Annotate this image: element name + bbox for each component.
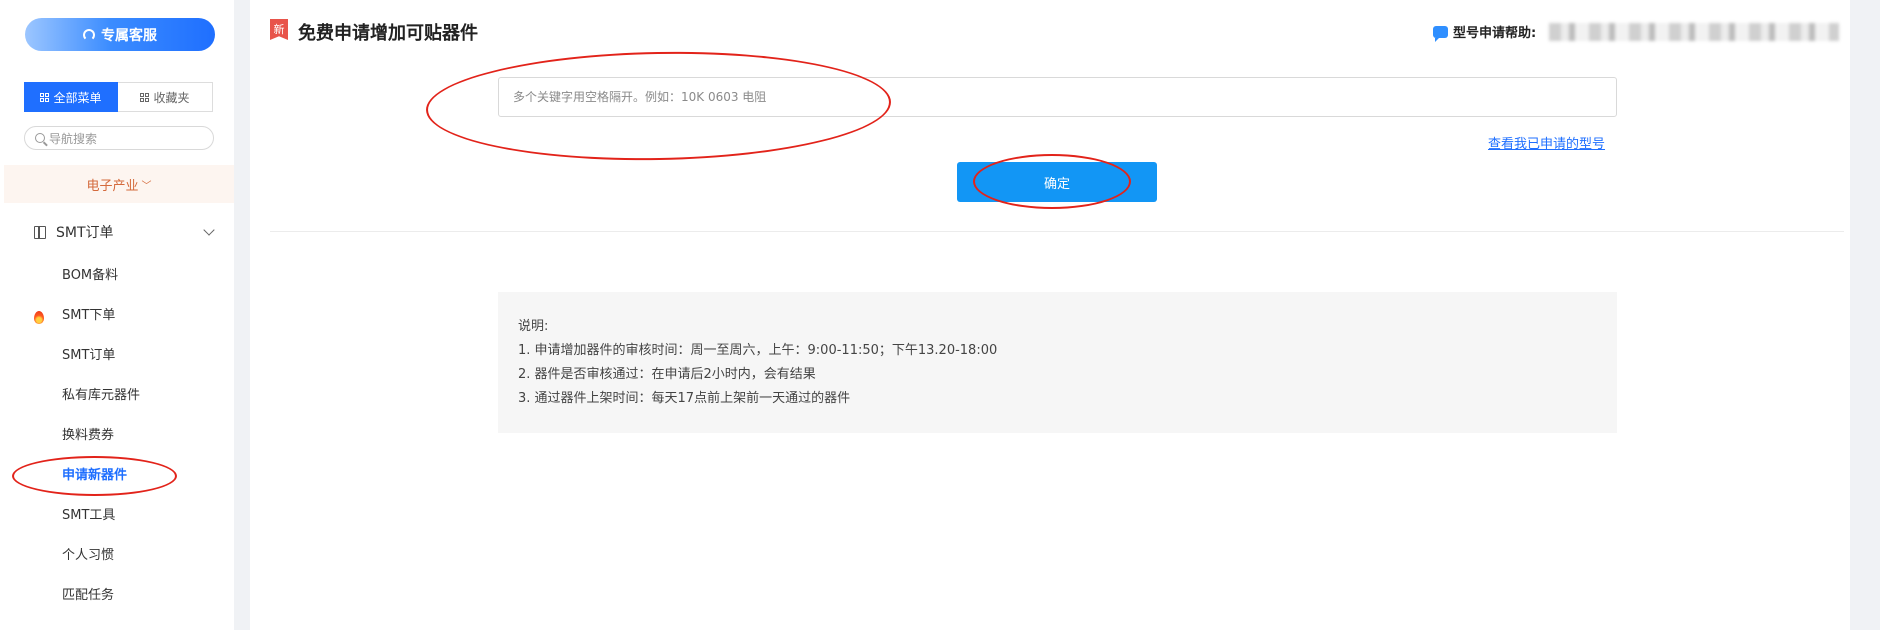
sidebar-item-smt-orders[interactable]: SMT订单 bbox=[62, 346, 115, 366]
component-keyword-input[interactable] bbox=[498, 77, 1617, 117]
flame-icon bbox=[34, 311, 44, 324]
divider bbox=[270, 231, 1844, 232]
industry-selector[interactable]: 电子产业 ﹀ bbox=[4, 165, 234, 203]
search-icon bbox=[35, 133, 45, 143]
blurred-contact bbox=[1549, 22, 1840, 41]
model-help: 型号申请帮助: bbox=[1433, 22, 1840, 42]
chat-icon bbox=[1433, 25, 1448, 42]
sidebar: 专属客服 全部菜单 收藏夹 导航搜索 电子产业 ﹀ SMT订单 BOM备料 SM… bbox=[0, 0, 234, 630]
chevron-down-icon: ﹀ bbox=[141, 180, 152, 192]
industry-label: 电子产业 bbox=[86, 178, 139, 194]
main-panel: 新 免费申请增加可贴器件 型号申请帮助: 查看我已申请的型号 确定 说明: 1.… bbox=[250, 0, 1850, 630]
model-help-label: 型号申请帮助: bbox=[1453, 26, 1537, 41]
tab-favorites[interactable]: 收藏夹 bbox=[118, 82, 213, 112]
sidebar-group-smt-orders[interactable]: SMT订单 bbox=[34, 220, 219, 244]
customer-service-button[interactable]: 专属客服 bbox=[25, 18, 215, 51]
tab-favorites-label: 收藏夹 bbox=[153, 90, 190, 105]
sidebar-item-smt-tools[interactable]: SMT工具 bbox=[62, 506, 115, 526]
view-applied-models-link[interactable]: 查看我已申请的型号 bbox=[1488, 133, 1605, 152]
headset-icon bbox=[83, 28, 95, 41]
notes-line: 1. 申请增加器件的审核时间：周一至周六，上午：9:00-11:50；下午13.… bbox=[518, 343, 998, 358]
sidebar-item-coupons[interactable]: 换料费券 bbox=[62, 426, 114, 446]
sidebar-item-preferences[interactable]: 个人习惯 bbox=[62, 546, 114, 566]
sidebar-item-smt-place-order[interactable]: SMT下单 bbox=[62, 306, 115, 326]
sidebar-item-bom[interactable]: BOM备料 bbox=[62, 266, 118, 286]
tab-all-menu[interactable]: 全部菜单 bbox=[24, 82, 118, 112]
notes-heading: 说明: bbox=[518, 319, 549, 334]
grid-icon bbox=[40, 92, 50, 102]
chevron-down-icon bbox=[203, 224, 215, 236]
notes-line: 2. 器件是否审核通过：在申请后2小时内，会有结果 bbox=[518, 367, 816, 382]
tab-all-menu-label: 全部菜单 bbox=[53, 90, 102, 105]
notes-panel: 说明: 1. 申请增加器件的审核时间：周一至周六，上午：9:00-11:50；下… bbox=[498, 292, 1617, 433]
nav-search-input[interactable]: 导航搜索 bbox=[24, 126, 214, 150]
grid-icon bbox=[140, 92, 150, 102]
customer-service-label: 专属客服 bbox=[101, 27, 157, 44]
new-badge: 新 bbox=[270, 19, 288, 40]
notes-line: 3. 通过器件上架时间：每天17点前上架前一天通过的器件 bbox=[518, 391, 851, 406]
sidebar-item-match-tasks[interactable]: 匹配任务 bbox=[62, 586, 114, 606]
sidebar-item-apply-new-component[interactable]: 申请新器件 bbox=[62, 466, 127, 486]
book-icon bbox=[34, 225, 46, 239]
sidebar-item-private-library[interactable]: 私有库元器件 bbox=[62, 386, 140, 406]
sidebar-group-label: SMT订单 bbox=[56, 225, 114, 241]
confirm-button[interactable]: 确定 bbox=[957, 162, 1157, 202]
page-title: 免费申请增加可贴器件 bbox=[298, 23, 478, 44]
nav-search-placeholder: 导航搜索 bbox=[49, 131, 98, 146]
menu-tabs: 全部菜单 收藏夹 bbox=[24, 82, 213, 112]
